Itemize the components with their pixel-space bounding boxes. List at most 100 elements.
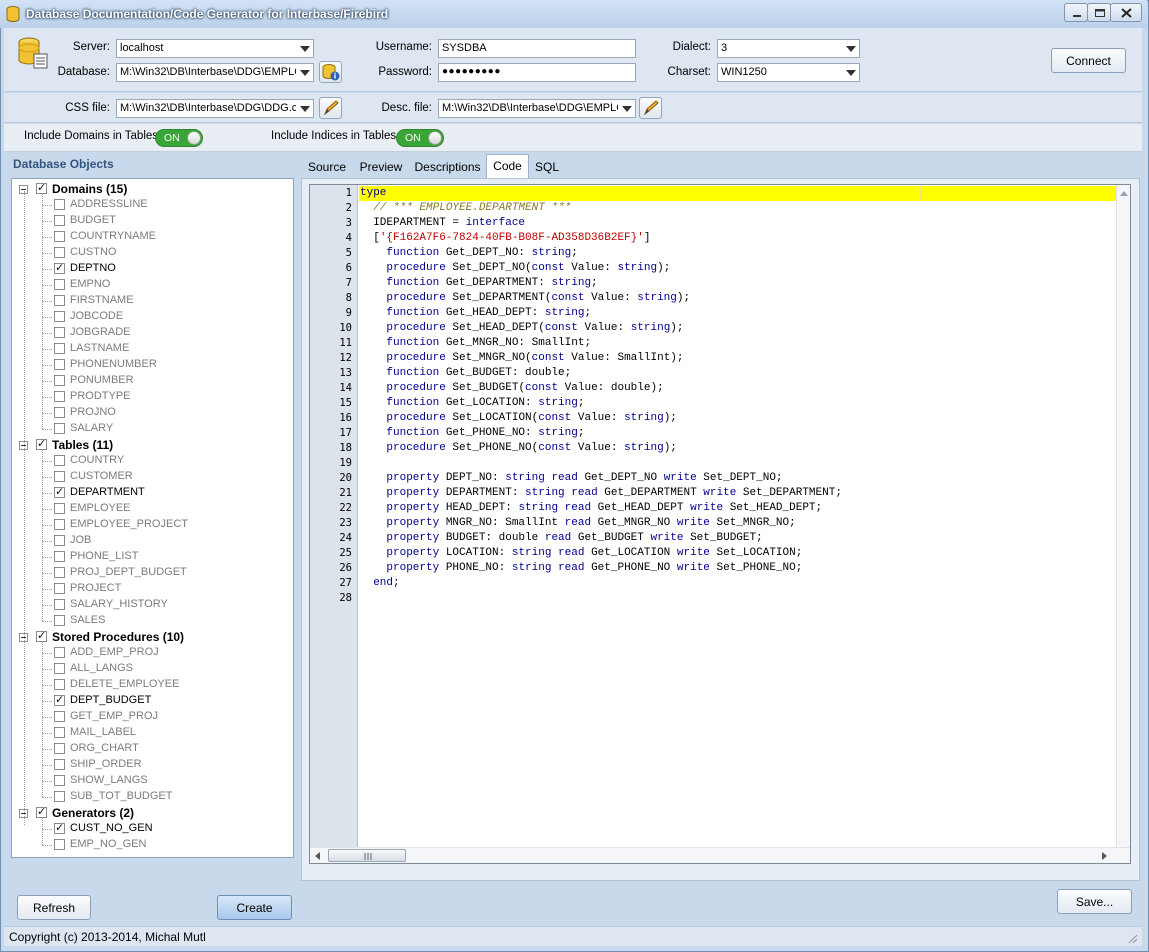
tab-preview[interactable]: Preview: [353, 156, 409, 178]
code-keyword: property: [386, 532, 440, 544]
item-checkbox[interactable]: [54, 647, 65, 658]
vertical-scrollbar[interactable]: [1116, 185, 1130, 863]
code-text: Set_DEPT_NO;: [696, 472, 783, 484]
item-checkbox[interactable]: [54, 471, 65, 482]
item-checkbox[interactable]: [54, 359, 65, 370]
item-checkbox[interactable]: [54, 839, 65, 850]
password-field[interactable]: ●●●●●●●●●: [438, 63, 636, 82]
item-checkbox[interactable]: [54, 279, 65, 290]
item-checkbox[interactable]: [54, 791, 65, 802]
refresh-button[interactable]: Refresh: [17, 895, 91, 920]
charset-combo[interactable]: WIN1250: [717, 63, 860, 82]
dropdown-arrow-icon: [300, 46, 310, 52]
tab-descriptions[interactable]: Descriptions: [409, 156, 486, 178]
save-button[interactable]: Save...: [1057, 889, 1132, 914]
tree-item-label: EMPNO: [70, 278, 111, 290]
item-checkbox[interactable]: [54, 775, 65, 786]
tab-source[interactable]: Source: [301, 156, 353, 178]
line-number: 15: [339, 397, 352, 409]
code-text: Value:: [577, 322, 631, 334]
database-combo[interactable]: M:\Win32\DB\Interbase\DDG\EMPLO': [116, 63, 314, 82]
item-checkbox[interactable]: [54, 679, 65, 690]
close-button[interactable]: [1110, 3, 1142, 22]
item-checkbox[interactable]: [54, 567, 65, 578]
tree-item-label: CUST_NO_GEN: [70, 822, 153, 834]
item-checkbox[interactable]: [54, 423, 65, 434]
code-line: end;: [360, 576, 399, 591]
item-checkbox[interactable]: [54, 759, 65, 770]
item-checkbox[interactable]: [54, 727, 65, 738]
code-keyword: string: [544, 307, 585, 319]
item-checkbox[interactable]: [54, 743, 65, 754]
item-checkbox[interactable]: [54, 375, 65, 386]
item-checkbox[interactable]: [54, 599, 65, 610]
dialect-combo[interactable]: 3: [717, 39, 860, 58]
tree-connector: [42, 765, 52, 766]
code-line: // *** EMPLOYEE.DEPARTMENT ***: [360, 201, 571, 216]
code-line: function Get_DEPARTMENT: string;: [360, 276, 597, 291]
horizontal-scroll-thumb[interactable]: [328, 849, 406, 862]
item-checkbox[interactable]: [54, 327, 65, 338]
item-checkbox[interactable]: [54, 455, 65, 466]
dropdown-arrow-icon: [846, 46, 856, 52]
include-indices-toggle[interactable]: ON: [396, 129, 444, 147]
item-checkbox[interactable]: [54, 343, 65, 354]
item-checkbox[interactable]: [54, 615, 65, 626]
tree-connector: [42, 525, 52, 526]
maximize-button[interactable]: [1087, 3, 1111, 22]
pencil-icon: [643, 100, 659, 116]
item-checkbox[interactable]: [54, 693, 65, 706]
item-checkbox[interactable]: [54, 231, 65, 242]
edit-css-button[interactable]: [319, 97, 342, 119]
code-text: ;: [577, 397, 585, 409]
code-keyword: write: [690, 502, 724, 514]
tree-item-label: EMPLOYEE_PROJECT: [70, 518, 188, 530]
tab-sql[interactable]: SQL: [529, 156, 565, 178]
line-number: 28: [339, 592, 352, 604]
item-checkbox[interactable]: [54, 519, 65, 530]
item-checkbox[interactable]: [54, 535, 65, 546]
item-checkbox[interactable]: [54, 407, 65, 418]
server-combo[interactable]: localhost: [116, 39, 314, 58]
css-file-combo[interactable]: M:\Win32\DB\Interbase\DDG\DDG.cs: [116, 99, 314, 118]
code-keyword: procedure: [386, 382, 446, 394]
line-number: 17: [339, 427, 352, 439]
tree-connector: [42, 749, 52, 750]
item-checkbox[interactable]: [54, 711, 65, 722]
server-label: Server:: [72, 41, 110, 53]
item-checkbox[interactable]: [54, 551, 65, 562]
item-checkbox[interactable]: [54, 485, 65, 498]
edit-desc-button[interactable]: [639, 97, 662, 119]
item-checkbox[interactable]: [54, 583, 65, 594]
tree-connector: [42, 817, 43, 845]
connect-button[interactable]: Connect: [1051, 48, 1126, 73]
minimize-button[interactable]: [1064, 3, 1088, 22]
item-checkbox[interactable]: [54, 391, 65, 402]
code-editor[interactable]: 1 2 3 4 5 6 7 8 9 10 11 12 13 14 15 16 17 18 19 20 21 22 23 24 2…: [309, 184, 1131, 864]
desc-file-value: M:\Win32\DB\Interbase\DDG\EMPLO': [442, 102, 618, 114]
item-checkbox[interactable]: [54, 199, 65, 210]
horizontal-scrollbar[interactable]: [310, 847, 1130, 863]
item-checkbox[interactable]: [54, 503, 65, 514]
code-keyword: string: [538, 397, 578, 409]
desc-file-combo[interactable]: M:\Win32\DB\Interbase\DDG\EMPLO': [438, 99, 636, 118]
code-text: Set_BUDGET;: [683, 532, 763, 544]
item-checkbox[interactable]: [54, 821, 65, 834]
resize-grip-icon[interactable]: [1126, 932, 1138, 944]
item-checkbox[interactable]: [54, 261, 65, 274]
item-checkbox[interactable]: [54, 311, 65, 322]
item-checkbox[interactable]: [54, 247, 65, 258]
tab-code[interactable]: Code: [486, 154, 529, 178]
database-info-button[interactable]: [319, 61, 342, 83]
include-domains-toggle[interactable]: ON: [155, 129, 203, 147]
item-checkbox[interactable]: [54, 663, 65, 674]
create-button[interactable]: Create: [217, 895, 292, 920]
item-checkbox[interactable]: [54, 215, 65, 226]
scroll-arrows-icon: [315, 852, 1107, 860]
username-field[interactable]: SYSDBA: [438, 39, 636, 58]
item-checkbox[interactable]: [54, 295, 65, 306]
database-objects-tree[interactable]: Domains (15) ADDRESSLINE BUDGET COUNTRYNAME…: [11, 178, 294, 858]
